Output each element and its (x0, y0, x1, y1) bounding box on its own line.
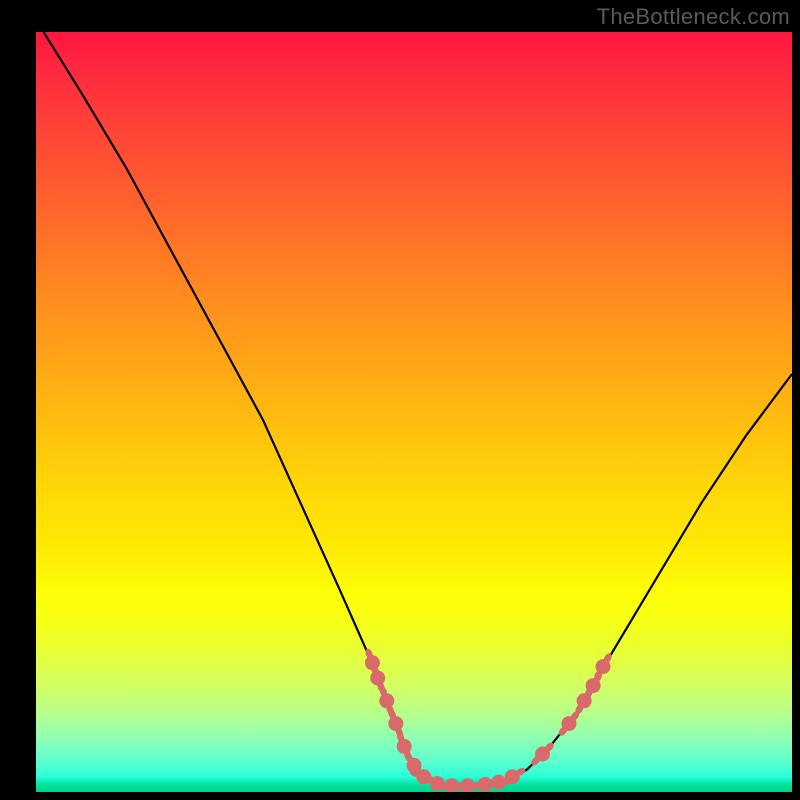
marker-group (364, 648, 613, 792)
chart-svg (36, 32, 792, 792)
chart-container: TheBottleneck.com (0, 0, 800, 800)
curve-line (44, 32, 792, 787)
curve-marker (593, 652, 614, 681)
curve-marker (530, 741, 556, 767)
plot-area (36, 32, 792, 792)
watermark-text: TheBottleneck.com (597, 4, 790, 30)
